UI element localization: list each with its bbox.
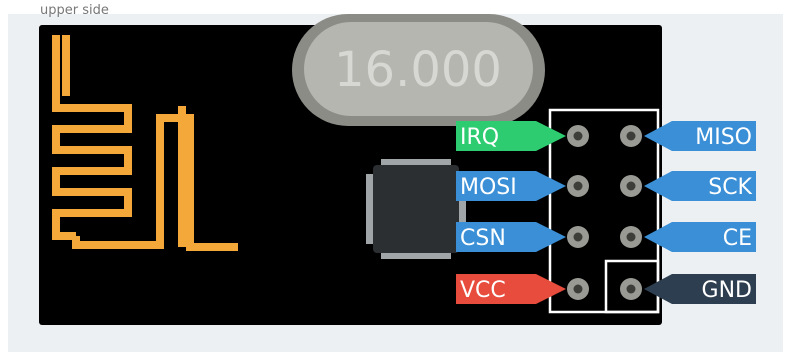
- pin-ce-label: CE: [723, 226, 752, 251]
- caption-text: upper side: [40, 3, 109, 18]
- pin-csn-label: CSN: [460, 226, 506, 251]
- pin-irq-hole: [573, 131, 583, 141]
- pin-mosi-hole: [573, 181, 583, 191]
- pin-vcc-label: VCC: [460, 278, 506, 303]
- pin-sck-hole: [626, 181, 636, 191]
- pin-mosi-label: MOSI: [460, 175, 517, 200]
- crystal-oscillator: 16.000: [292, 14, 545, 126]
- pin-gnd-hole: [626, 284, 636, 294]
- pin-vcc-hole: [573, 284, 583, 294]
- pin-miso-label: MISO: [695, 125, 752, 150]
- pin-sck-label: SCK: [708, 175, 752, 200]
- pin-ce-hole: [626, 232, 636, 242]
- rf-chip: [366, 159, 466, 259]
- crystal-label: 16.000: [334, 42, 502, 98]
- pin-csn-hole: [573, 232, 583, 242]
- pin-miso-hole: [626, 131, 636, 141]
- pin-irq-label: IRQ: [460, 125, 499, 150]
- pin-gnd-label: GND: [702, 278, 752, 303]
- nrf24l01-pinout-diagram: upper side 16.000 IRQ MISO MOSI SCK CSN CE VCC…: [8, 3, 783, 352]
